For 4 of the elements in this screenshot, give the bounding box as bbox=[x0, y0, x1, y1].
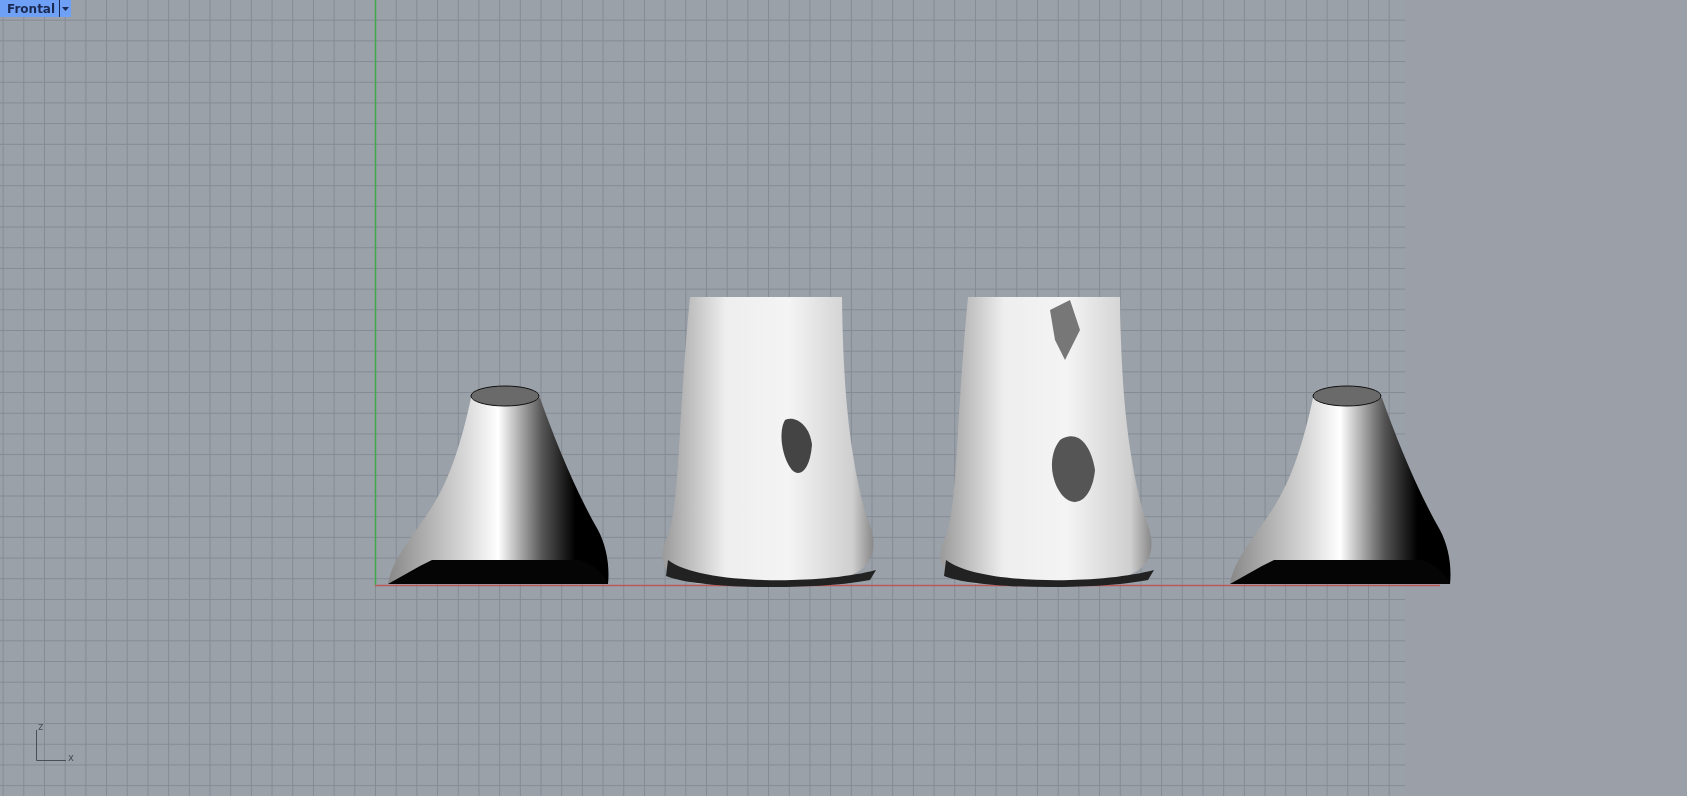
axis-label: z bbox=[38, 722, 44, 732]
viewport-title[interactable]: Frontal bbox=[7, 1, 56, 16]
viewport-tab[interactable]: Frontal bbox=[0, 0, 72, 17]
axis-label: x bbox=[68, 753, 74, 763]
